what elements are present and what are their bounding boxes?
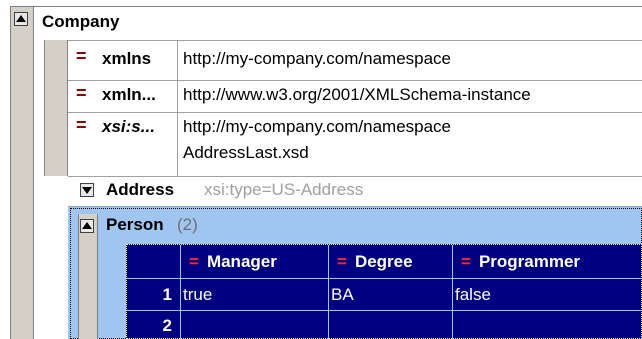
company-element-name[interactable]: Company — [42, 12, 119, 32]
table-corner-cell[interactable] — [127, 245, 181, 279]
column-header-programmer[interactable]: = Programmer — [453, 245, 642, 279]
attribute-name[interactable]: xmlns — [102, 49, 151, 69]
expand-triangle-icon — [82, 187, 92, 194]
column-header-label: Programmer — [478, 252, 581, 271]
attribute-name-cell[interactable]: = xmln... — [68, 81, 178, 112]
table-cell-programmer[interactable] — [453, 311, 642, 339]
address-type-attribute: xsi:type=US-Address — [204, 180, 364, 199]
attribute-icon: = — [76, 46, 87, 66]
attribute-icon: = — [76, 115, 87, 135]
person-count: (2) — [177, 215, 198, 234]
column-header-label: Degree — [354, 252, 413, 271]
attribute-name[interactable]: xmln... — [102, 85, 156, 105]
attribute-row[interactable]: = xmln... http://www.w3.org/2001/XMLSche… — [68, 80, 642, 112]
column-header-manager[interactable]: = Manager — [181, 245, 329, 279]
company-frame-top — [34, 6, 642, 7]
table-cell-manager[interactable] — [181, 311, 329, 339]
company-rail[interactable] — [10, 6, 34, 339]
collapse-triangle-icon — [82, 222, 92, 229]
attributes-rail[interactable] — [44, 40, 68, 176]
attribute-value[interactable]: http://my-company.com/namespace — [183, 117, 451, 137]
attribute-value[interactable]: http://www.w3.org/2001/XMLSchema-instanc… — [183, 85, 531, 105]
table-cell-degree[interactable]: BA — [329, 279, 453, 311]
attribute-name-cell[interactable]: = xsi:s... — [68, 113, 178, 176]
column-header-label: Manager — [206, 252, 277, 271]
attribute-icon: = — [189, 252, 199, 271]
attribute-row[interactable]: = xsi:s... http://my-company.com/namespa… — [68, 112, 642, 176]
collapse-triangle-icon — [16, 15, 26, 22]
table-cell-degree[interactable] — [329, 311, 453, 339]
attribute-icon: = — [461, 252, 471, 271]
person-collapse-toggle[interactable] — [80, 219, 94, 233]
attribute-row[interactable]: = xmlns http://my-company.com/namespace — [68, 40, 642, 80]
row-number[interactable]: 1 — [127, 279, 181, 311]
table-cell-manager[interactable]: true — [181, 279, 329, 311]
column-header-degree[interactable]: = Degree — [329, 245, 453, 279]
attribute-icon: = — [337, 252, 347, 271]
person-table-grid[interactable]: = Manager = Degree = Programmer 1 true BA f… — [126, 244, 642, 339]
address-element-name[interactable]: Address — [106, 180, 174, 200]
attribute-name-cell[interactable]: = xmlns — [68, 41, 178, 80]
company-collapse-toggle[interactable] — [14, 12, 28, 26]
table-cell-programmer[interactable]: false — [453, 279, 642, 311]
attribute-name[interactable]: xsi:s... — [102, 117, 155, 137]
attribute-icon: = — [76, 83, 87, 103]
attribute-value[interactable]: http://my-company.com/namespace — [183, 49, 451, 69]
row-number[interactable]: 2 — [127, 311, 181, 339]
person-element-name[interactable]: Person — [106, 215, 164, 235]
attribute-value-line-2[interactable]: AddressLast.xsd — [183, 143, 309, 163]
address-expand-toggle[interactable] — [80, 183, 94, 197]
